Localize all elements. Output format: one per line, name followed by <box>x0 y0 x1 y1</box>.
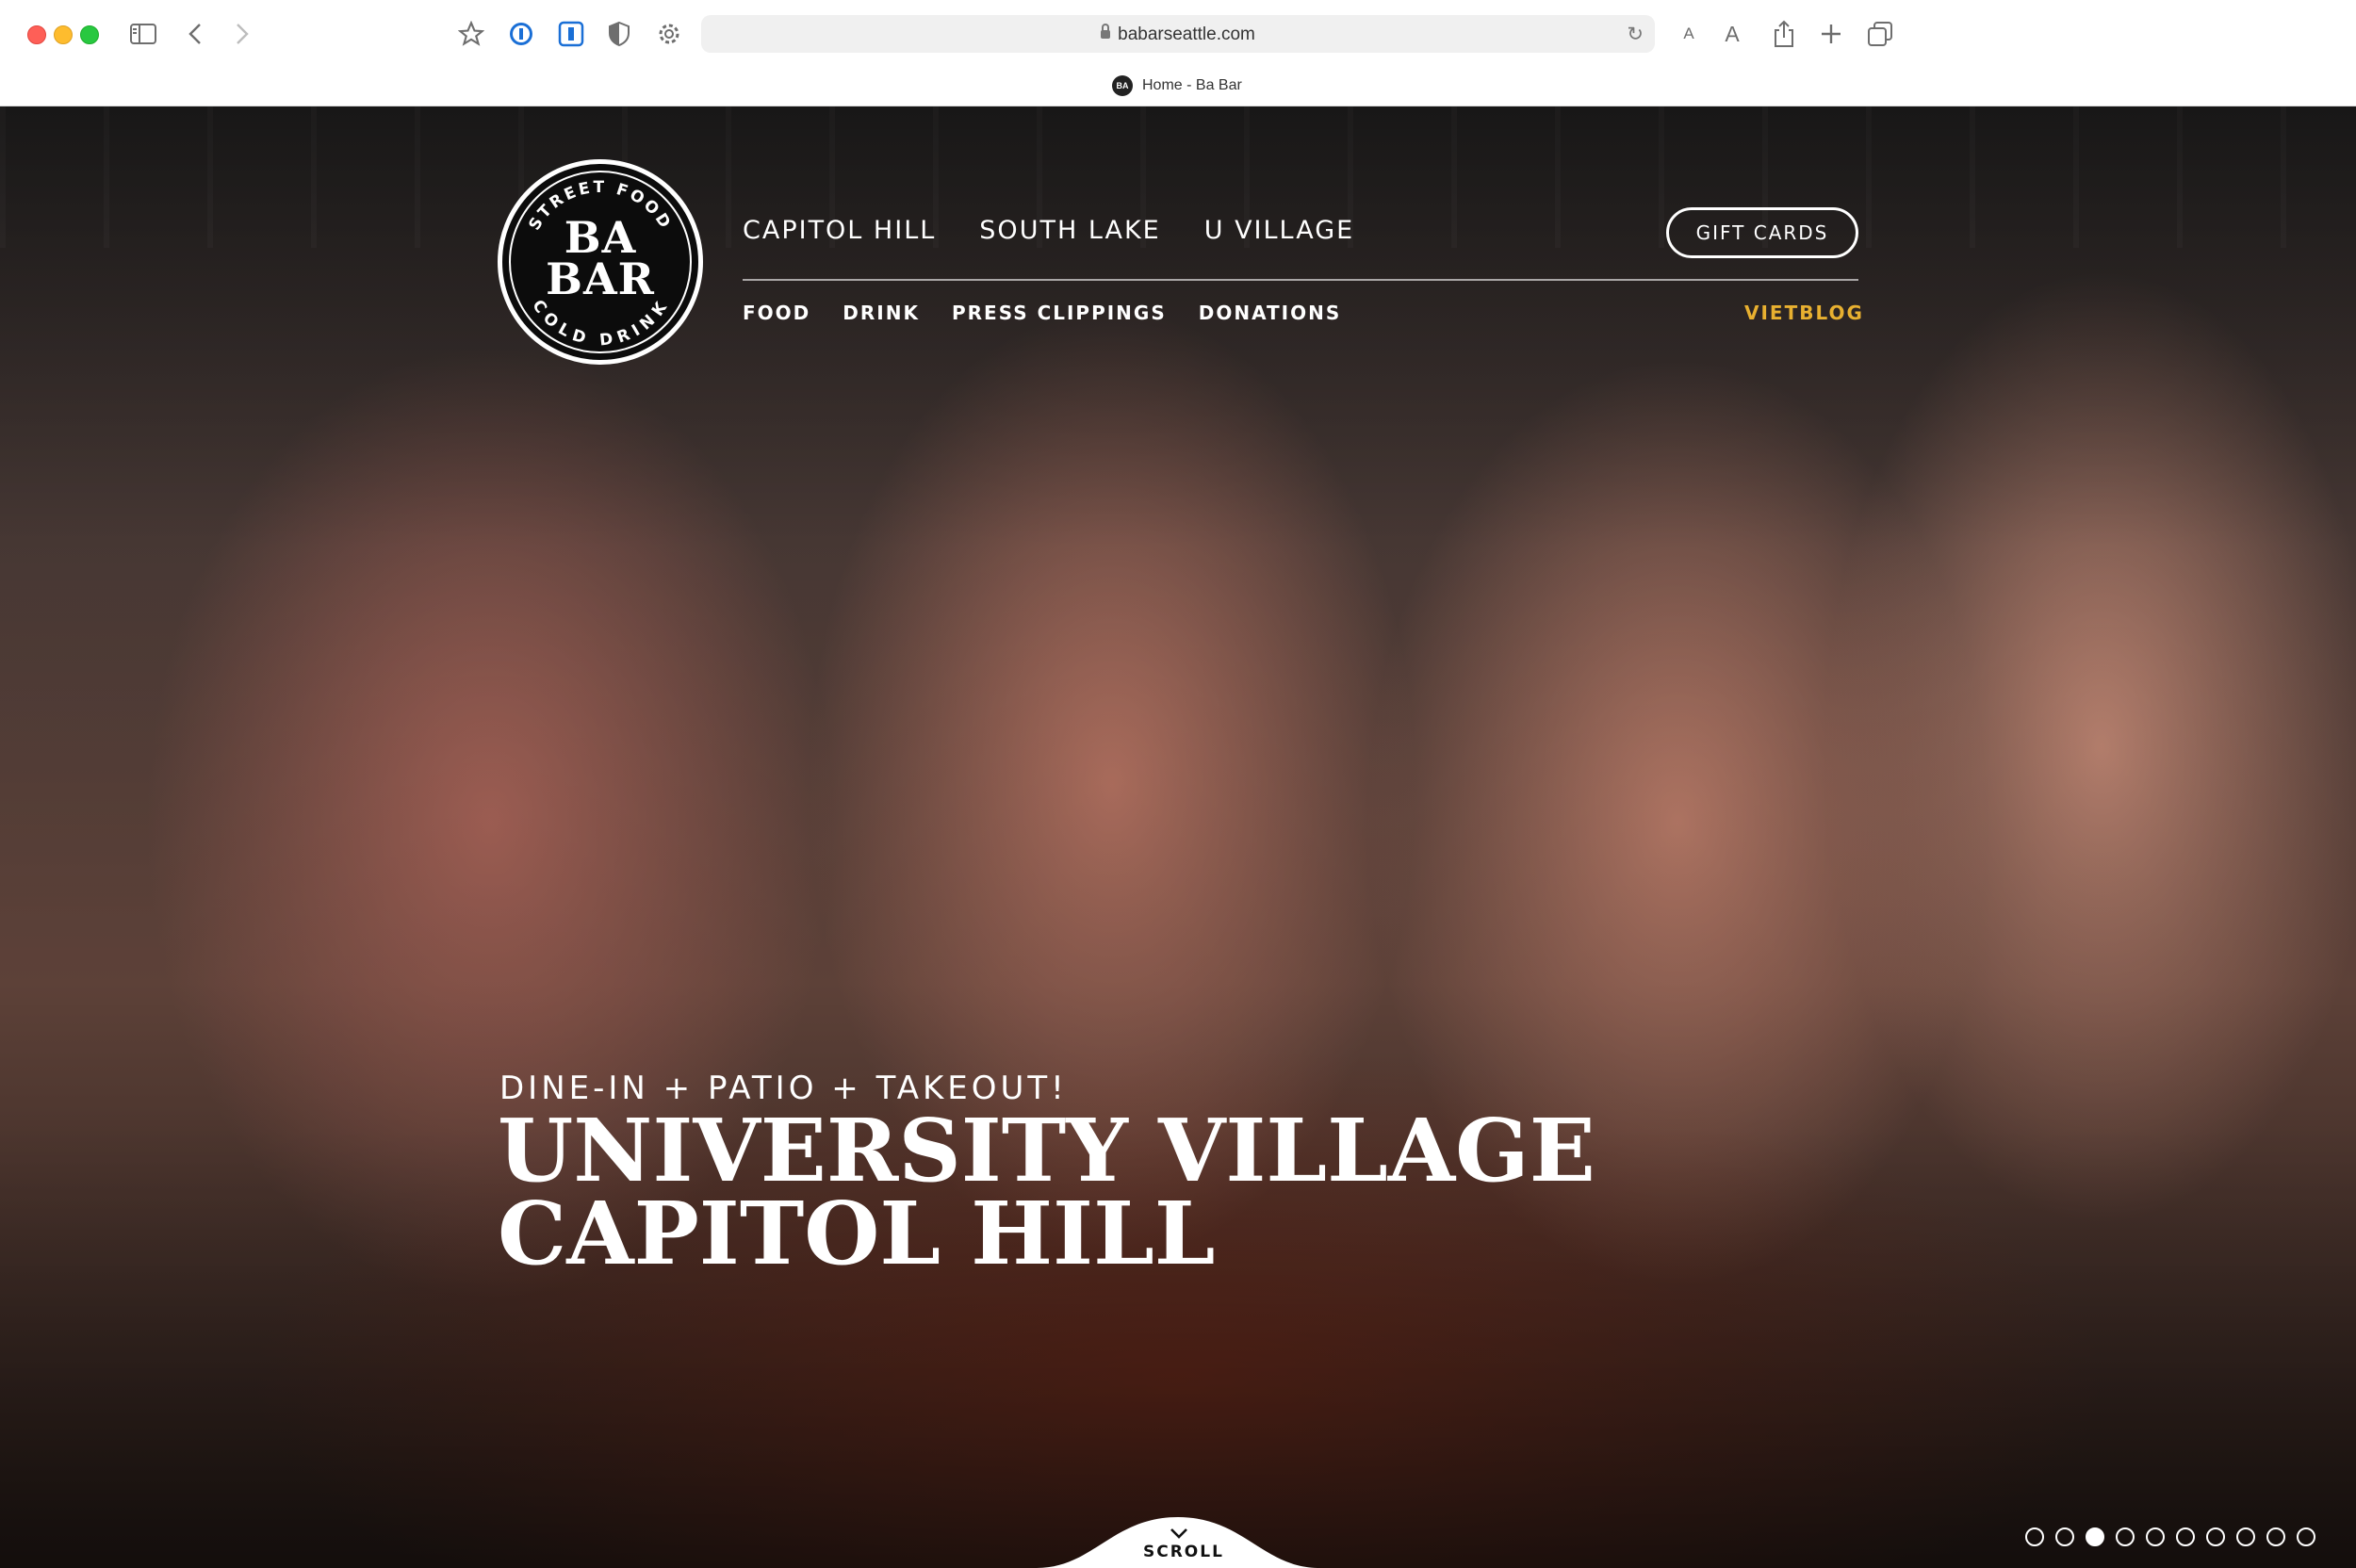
sidebar-icon[interactable] <box>128 13 158 55</box>
site-favicon: BA <box>1112 75 1133 96</box>
slider-dot[interactable] <box>2055 1527 2074 1546</box>
nav-donations[interactable]: DONATIONS <box>1199 302 1342 324</box>
share-icon[interactable] <box>1770 13 1798 55</box>
gear-icon[interactable] <box>654 13 684 55</box>
address-url: babarseattle.com <box>1118 24 1255 44</box>
slider-dot[interactable] <box>2266 1527 2285 1546</box>
slider-dot[interactable] <box>2236 1527 2255 1546</box>
minimize-window-button[interactable] <box>54 25 73 44</box>
text-larger-icon[interactable]: A <box>1719 13 1745 55</box>
bookmark-star-icon[interactable] <box>456 13 486 55</box>
logo-wordmark: BA BAR <box>502 212 698 304</box>
zoom-window-button[interactable] <box>80 25 99 44</box>
new-tab-icon[interactable] <box>1817 13 1845 55</box>
onepassword-icon[interactable] <box>506 13 536 55</box>
tab-bar: BA Home - Ba Bar <box>0 66 2356 106</box>
slider-dot[interactable] <box>2206 1527 2225 1546</box>
slider-pagination <box>2025 1527 2315 1546</box>
forward-icon[interactable] <box>232 13 253 55</box>
nav-u-village[interactable]: U VILLAGE <box>1204 216 1354 245</box>
nav-divider <box>743 279 1858 281</box>
hero-overlay <box>0 106 2356 1568</box>
tab-title: Home - Ba Bar <box>1142 77 1242 93</box>
nav-drink[interactable]: DRINK <box>843 302 920 324</box>
nav-food[interactable]: FOOD <box>743 302 810 324</box>
nav-vietblog[interactable]: VIETBLOG <box>1744 302 1864 324</box>
slider-dot[interactable] <box>2116 1527 2135 1546</box>
chevron-down-icon[interactable] <box>1170 1523 1188 1544</box>
text-smaller-icon[interactable]: A <box>1677 13 1700 55</box>
logo-line2: BAR <box>546 253 655 304</box>
gift-cards-button[interactable]: GIFT CARDS <box>1666 207 1858 258</box>
lock-icon <box>1101 24 1111 39</box>
slider-dot[interactable] <box>2146 1527 2165 1546</box>
browser-toolbar: babarseattle.com ↻ A A BA Home - Ba Bar <box>0 0 2356 106</box>
close-window-button[interactable] <box>27 25 46 44</box>
slider-dot[interactable] <box>2086 1527 2104 1546</box>
nav-capitol-hill[interactable]: CAPITOL HILL <box>743 216 936 245</box>
nav-press-clippings[interactable]: PRESS CLIPPINGS <box>952 302 1167 324</box>
slider-dot[interactable] <box>2297 1527 2315 1546</box>
tab-overview-icon[interactable] <box>1866 13 1894 55</box>
tab-home[interactable]: BA Home - Ba Bar <box>1112 75 1242 96</box>
logo-line1: BA <box>564 212 637 263</box>
svg-text:COLD DRINK: COLD DRINK <box>528 297 672 351</box>
hero-headline-line1: UNIVERSITY VILLAGE <box>498 1100 1595 1201</box>
scroll-label[interactable]: SCROLL <box>1143 1543 1224 1561</box>
primary-nav: CAPITOL HILL SOUTH LAKE U VILLAGE <box>743 216 1354 245</box>
nav-south-lake[interactable]: SOUTH LAKE <box>979 216 1160 245</box>
site-logo[interactable]: STREET FOOD COLD DRINK BA BAR <box>498 159 703 365</box>
hero-headline-line2: CAPITOL HILL <box>498 1183 1216 1284</box>
instapaper-icon[interactable] <box>556 13 586 55</box>
reload-icon[interactable]: ↻ <box>1627 23 1644 46</box>
hero-headline: UNIVERSITY VILLAGE CAPITOL HILL <box>498 1100 1595 1284</box>
address-bar[interactable]: babarseattle.com ↻ <box>701 15 1655 53</box>
secondary-nav: FOOD DRINK PRESS CLIPPINGS DONATIONS <box>743 302 1341 324</box>
slider-dot[interactable] <box>2025 1527 2044 1546</box>
shield-icon[interactable] <box>605 13 633 55</box>
logo-bottom-arc: COLD DRINK <box>528 297 669 351</box>
slider-dot[interactable] <box>2176 1527 2195 1546</box>
hero-section: STREET FOOD COLD DRINK BA BAR CAPITOL HI… <box>0 106 2356 1568</box>
back-icon[interactable] <box>185 13 205 55</box>
